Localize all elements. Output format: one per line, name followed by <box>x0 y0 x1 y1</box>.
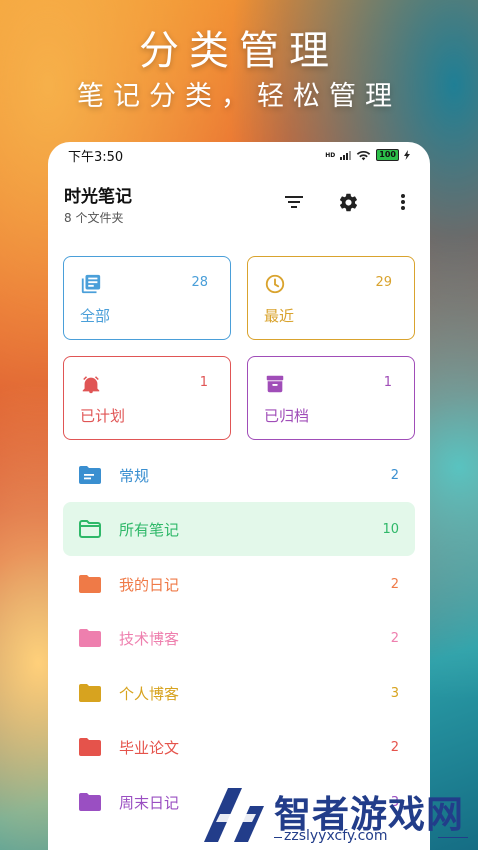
folder-item-my-diary[interactable]: 我的日记 2 <box>63 557 415 611</box>
folder-outline-icon <box>79 520 101 538</box>
hero-title: 分类管理 <box>139 28 339 74</box>
status-bar: 下午3:50 HD 100 <box>48 142 430 168</box>
settings-button[interactable] <box>334 188 362 216</box>
folder-icon <box>79 629 101 647</box>
status-time: 下午3:50 <box>68 149 124 165</box>
filter-button[interactable] <box>280 188 308 216</box>
watermark-divider <box>274 837 282 838</box>
folder-count-subtitle: 8 个文件夹 <box>64 211 124 225</box>
folder-icon <box>79 738 101 756</box>
hero-subtitle: 笔记分类，轻松管理 <box>77 81 401 112</box>
card-recent[interactable]: 29 最近 <box>247 256 415 340</box>
watermark-divider <box>438 837 468 838</box>
card-recent-count: 29 <box>375 275 392 290</box>
folder-count: 10 <box>382 521 399 537</box>
folder-item-general[interactable]: 常规 2 <box>63 448 415 502</box>
battery-icon: 100 <box>376 149 399 161</box>
folder-count: 2 <box>390 630 399 646</box>
card-recent-label: 最近 <box>264 307 295 325</box>
card-all-label: 全部 <box>80 307 111 325</box>
folder-count: 2 <box>390 739 399 755</box>
archive-icon <box>266 375 284 393</box>
folder-label: 技术博客 <box>119 629 180 648</box>
folder-icon <box>79 684 101 702</box>
folder-notes-icon <box>79 466 101 484</box>
folder-label: 所有笔记 <box>119 520 180 539</box>
more-options-button[interactable] <box>389 188 417 216</box>
folder-count: 2 <box>390 576 399 592</box>
signal-icon <box>340 150 352 160</box>
folder-item-tech-blog[interactable]: 技术博客 2 <box>63 611 415 665</box>
folder-icon <box>79 793 101 811</box>
filter-icon <box>285 196 303 208</box>
folder-label: 常规 <box>119 466 150 485</box>
folder-label: 周末日记 <box>119 793 180 812</box>
folder-item-personal-blog[interactable]: 个人博客 3 <box>63 666 415 720</box>
folder-count: 3 <box>390 685 399 701</box>
folder-label: 个人博客 <box>119 684 180 703</box>
card-archived-label: 已归档 <box>264 407 310 425</box>
watermark: 智者游戏网 zzslyyxcfy.com <box>198 782 478 850</box>
folder-icon <box>79 575 101 593</box>
card-archived-count: 1 <box>383 375 392 390</box>
card-all[interactable]: 28 全部 <box>63 256 231 340</box>
card-archived[interactable]: 1 已归档 <box>247 356 415 440</box>
phone-screen: 下午3:50 HD 100 时光笔记 8 个文件夹 28 全部 29 最近 1 … <box>48 142 430 850</box>
status-icons: HD 100 <box>325 149 410 161</box>
folder-item-thesis[interactable]: 毕业论文 2 <box>63 720 415 774</box>
charging-icon <box>404 150 410 160</box>
folder-label: 毕业论文 <box>119 738 180 757</box>
card-scheduled[interactable]: 1 已计划 <box>63 356 231 440</box>
folder-item-all-notes[interactable]: 所有笔记 10 <box>63 502 415 556</box>
library-books-icon <box>81 274 101 294</box>
folder-label: 我的日记 <box>119 575 180 594</box>
watermark-url: zzslyyxcfy.com <box>284 828 388 844</box>
app-title: 时光笔记 <box>64 187 132 207</box>
card-all-count: 28 <box>191 275 208 290</box>
card-scheduled-count: 1 <box>199 375 208 390</box>
watermark-logo-icon <box>204 788 264 842</box>
more-vert-icon <box>401 194 405 210</box>
settings-icon <box>339 193 357 211</box>
alarm-icon <box>82 376 100 394</box>
card-scheduled-label: 已计划 <box>80 407 126 425</box>
app-bar: 时光笔记 8 个文件夹 <box>48 168 430 234</box>
folder-count: 2 <box>390 467 399 483</box>
wifi-icon <box>357 150 371 160</box>
hd-badge: HD <box>325 151 336 159</box>
clock-icon <box>265 274 285 294</box>
